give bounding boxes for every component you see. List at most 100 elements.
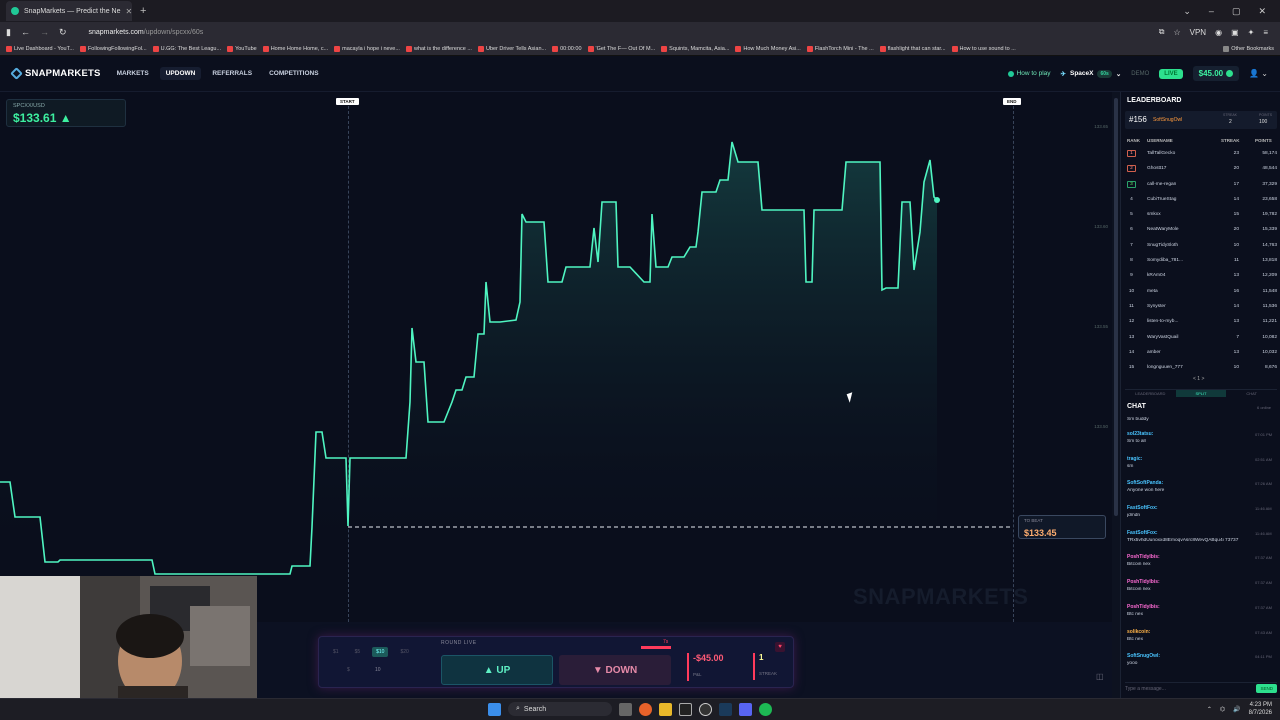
sidebar-toggle-icon[interactable]: ▮ [6, 27, 11, 38]
translate-icon[interactable]: ⧉ [1159, 27, 1165, 37]
amount-10[interactable]: $10 [372, 647, 389, 657]
leaderboard-row[interactable]: 13 WaryVastQuail 7 10,082 [1127, 331, 1277, 346]
leaderboard-row[interactable]: 9 kRAm04 13 12,209 [1127, 269, 1277, 284]
bookmark-item[interactable]: Other Bookmarks [1223, 45, 1280, 52]
maximize-button[interactable]: ▢ [1232, 6, 1241, 17]
spotify-icon[interactable] [759, 702, 772, 716]
market-selector[interactable]: ✈ SpaceX 60s ⌄ [1061, 69, 1121, 78]
browser-icon[interactable] [639, 702, 652, 716]
volume-icon[interactable]: 🔊 [1233, 706, 1240, 713]
network-icon[interactable]: ⌬ [1220, 706, 1225, 713]
leaderboard-row[interactable]: 12 listen-to-myb... 13 11,221 [1127, 315, 1277, 330]
nav-markets[interactable]: MARKETS [117, 70, 149, 77]
obs-icon[interactable] [699, 702, 712, 716]
bookmark-item[interactable]: Live Dashboard - YouT... [6, 45, 74, 52]
leaderboard-row[interactable]: 15 longnguuen_777 10 8,676 [1127, 361, 1277, 376]
extensions-icon[interactable]: ✦ [1248, 28, 1255, 37]
tab-leaderboard[interactable]: LEADERBOARD [1125, 390, 1176, 397]
nav-competitions[interactable]: COMPETITIONS [269, 70, 318, 77]
heart-icon[interactable]: ♥ [775, 642, 785, 652]
chat-username[interactable]: PoshTidyIbis: [1127, 604, 1160, 610]
task-view-icon[interactable] [619, 702, 632, 716]
leaderboard-row[interactable]: 14 amber 13 10,032 [1127, 346, 1277, 361]
bookmark-item[interactable]: macayla i hope i neve... [334, 45, 400, 52]
amount-1[interactable]: $1 [333, 649, 339, 655]
profile-icon[interactable]: ◉ [1215, 28, 1222, 37]
amount-20[interactable]: $20 [400, 649, 408, 655]
steam-icon[interactable] [719, 702, 732, 716]
chat-username[interactable]: tragic: [1127, 456, 1142, 462]
close-window-button[interactable]: ✕ [1258, 6, 1266, 17]
bookmark-item[interactable]: How to use sound to ... [951, 45, 1016, 52]
bookmark-item[interactable]: Uber Driver Tells Asian... [477, 45, 546, 52]
tab-chat[interactable]: CHAT [1226, 390, 1277, 397]
chat-username[interactable]: FastSoftFox: [1127, 530, 1158, 536]
send-button[interactable]: SEND [1256, 684, 1277, 693]
bookmark-item[interactable]: FlashTorch Mini - The ... [806, 45, 874, 52]
leaderboard-row[interactable]: 1 TallTallGecko 23 58,174 [1127, 147, 1277, 162]
clock[interactable]: 4:23 PM 8/7/2026 [1249, 701, 1272, 717]
new-tab-button[interactable]: + [140, 5, 146, 17]
url-field[interactable]: snapmarkets.com/updown/spcxx/60s [89, 29, 204, 36]
chat-username[interactable]: FastSoftFox: [1127, 505, 1158, 511]
bookmark-item[interactable]: 00:00:00 [552, 45, 582, 52]
file-explorer-icon[interactable] [659, 702, 672, 716]
forward-icon[interactable]: → [40, 27, 49, 37]
price-chart[interactable]: SPCXX/USD $133.61 ▲ START END 133.65 133… [0, 92, 1112, 622]
wallet-icon[interactable]: ▣ [1231, 28, 1239, 37]
taskbar-search[interactable]: ⌕ Search [508, 702, 612, 716]
chat-username[interactable]: SoftSoftPanda: [1127, 480, 1163, 486]
live-toggle[interactable]: LIVE [1159, 68, 1183, 79]
up-button[interactable]: ▲ UP [441, 655, 553, 685]
browser-tab[interactable]: SnapMarkets — Predict the Ne ✕ [6, 1, 132, 21]
menu-icon[interactable]: ≡ [1263, 28, 1268, 37]
chat-input[interactable]: Type a message... SEND [1125, 682, 1277, 694]
scrollbar-thumb[interactable] [1114, 98, 1118, 516]
bookmark-item[interactable]: what is the difference ... [405, 45, 472, 52]
leaderboard-row[interactable]: 7 SnugTidySloth 10 14,763 [1127, 239, 1277, 254]
leaderboard-row[interactable]: 6 NeatWaryMole 20 15,339 [1127, 223, 1277, 238]
amount-5[interactable]: $5 [355, 649, 361, 655]
tab-list-icon[interactable]: ⌄ [1183, 6, 1191, 17]
capcut-icon[interactable] [679, 702, 692, 716]
site-logo[interactable]: SNAPMARKETS [10, 67, 101, 80]
balance-display[interactable]: $45.00 [1192, 66, 1240, 81]
bookmark-item[interactable]: U.GG: The Best Leagu... [152, 45, 221, 52]
leaderboard-row[interactable]: 2 Ghostt17 20 48,544 [1127, 162, 1277, 177]
bookmark-item[interactable]: 'Get The F— Out Of M... [587, 45, 655, 52]
bookmark-star-icon[interactable]: ☆ [1173, 28, 1180, 37]
leaderboard-row[interactable]: 5 smkxx 15 19,782 [1127, 208, 1277, 223]
demo-toggle[interactable]: DEMO [1131, 71, 1149, 77]
panel-toggle-icon[interactable]: ◫ [1096, 672, 1104, 681]
chat-username[interactable]: PoshTidyIbis: [1127, 554, 1160, 560]
tray-chevron-icon[interactable]: ⌃ [1207, 706, 1212, 713]
user-menu[interactable]: 👤 ⌄ [1249, 69, 1268, 78]
leaderboard-row[interactable]: 4 CubiTrueStag 14 23,658 [1127, 193, 1277, 208]
nav-referrals[interactable]: REFERRALS [212, 70, 252, 77]
bookmark-item[interactable]: flashlight that can star... [879, 45, 946, 52]
leaderboard-row[interactable]: 3 call-me-regan 17 37,329 [1127, 178, 1277, 193]
chat-username[interactable]: solikcoin: [1127, 629, 1150, 635]
leaderboard-row[interactable]: 11 Synyster 14 11,536 [1127, 300, 1277, 315]
bookmark-item[interactable]: Squints, Mamcita, Asia... [661, 45, 729, 52]
back-icon[interactable]: ← [21, 27, 30, 37]
chat-username[interactable]: SoftSnugOwl: [1127, 653, 1160, 659]
close-tab-icon[interactable]: ✕ [126, 7, 133, 16]
leaderboard-row[interactable]: 8 Somydiba_781... 11 13,818 [1127, 254, 1277, 269]
reload-icon[interactable]: ↻ [59, 27, 67, 38]
leaderboard-row[interactable]: 10 meta 16 11,548 [1127, 285, 1277, 300]
vpn-badge[interactable]: VPN [1190, 28, 1206, 37]
leaderboard-pager[interactable]: < 1 > [1193, 376, 1204, 382]
chat-username[interactable]: sol23tatsu: [1127, 431, 1153, 437]
how-to-play-link[interactable]: How to play [1007, 70, 1051, 77]
discord-icon[interactable] [739, 702, 752, 716]
nav-updown[interactable]: UPDOWN [159, 67, 202, 80]
chat-username[interactable]: PoshTidyIbis: [1127, 579, 1160, 585]
tab-split[interactable]: SPLIT [1175, 390, 1227, 397]
minimize-button[interactable]: – [1209, 6, 1214, 17]
bookmark-item[interactable]: Home Home Home, c... [262, 45, 328, 52]
bookmark-item[interactable]: YouTube [227, 45, 257, 52]
qty-input[interactable]: 10 [375, 667, 381, 673]
bookmark-item[interactable]: How Much Money Asi... [735, 45, 801, 52]
bookmark-item[interactable]: FollowingFollowingFol... [79, 45, 147, 52]
